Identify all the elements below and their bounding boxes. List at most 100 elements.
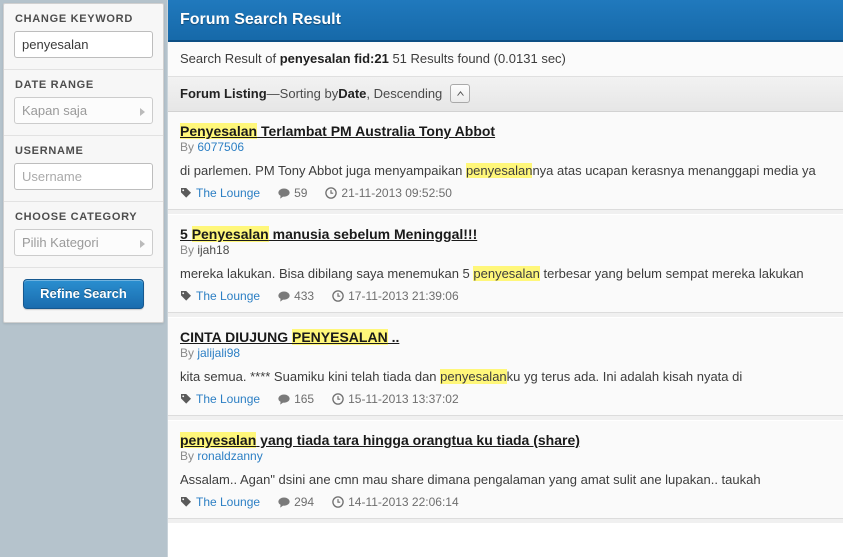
- text-fragment: 5: [180, 226, 192, 242]
- comment-icon: [278, 291, 294, 302]
- highlighted-term: penyesalan: [440, 369, 507, 384]
- result-title: 5 Penyesalan manusia sebelum Meninggal!!…: [180, 226, 831, 242]
- category-select[interactable]: Pilih Kategori: [14, 229, 153, 256]
- forum-listing-label: Forum Listing: [180, 86, 267, 101]
- result-meta: The Lounge 433 17-11-2013 21:39:06: [180, 289, 831, 303]
- comment-icon: [278, 497, 294, 508]
- tag-icon: [180, 496, 196, 508]
- result-title: CINTA DIUJUNG PENYESALAN ..: [180, 329, 831, 345]
- result-author-row: By 6077506: [180, 140, 831, 154]
- result-date-value: 14-11-2013 22:06:14: [348, 495, 459, 509]
- chevron-up-icon[interactable]: [450, 84, 471, 103]
- text-fragment: Terlambat PM Australia Tony Abbot: [257, 123, 496, 139]
- by-label: By: [180, 243, 198, 257]
- result-author-row: By ronaldzanny: [180, 449, 831, 463]
- result-replies-count: 165: [294, 392, 315, 406]
- result-title-link[interactable]: penyesalan yang tiada tara hingga orangt…: [180, 432, 580, 448]
- main-content: Forum Search Result Search Result of pen…: [167, 0, 843, 557]
- result-title: penyesalan yang tiada tara hingga orangt…: [180, 432, 831, 448]
- result-author-link[interactable]: ronaldzanny: [197, 449, 262, 463]
- filter-label-date-range: DATE RANGE: [15, 79, 94, 91]
- text-fragment: manusia sebelum Meninggal!!!: [268, 226, 478, 242]
- result-item: Penyesalan Terlambat PM Australia Tony A…: [168, 112, 843, 210]
- filter-label-change-keyword: CHANGE KEYWORD: [15, 13, 133, 25]
- highlighted-term: Penyesalan: [191, 226, 269, 242]
- text-fragment: ..: [387, 329, 400, 345]
- text-fragment: CINTA DIUJUNG: [180, 329, 292, 345]
- refine-search-button[interactable]: Refine Search: [23, 279, 144, 309]
- highlighted-term: penyesalan: [180, 432, 257, 448]
- result-forum[interactable]: The Lounge: [180, 186, 260, 200]
- text-fragment: yang tiada tara hingga orangtua ku tiada…: [256, 432, 580, 448]
- result-item: penyesalan yang tiada tara hingga orangt…: [168, 421, 843, 519]
- page-header: Forum Search Result: [168, 0, 843, 42]
- result-author-link[interactable]: 6077506: [197, 140, 244, 154]
- sort-bar: Forum Listing — Sorting by Date, Descend…: [168, 77, 843, 112]
- result-meta: The Lounge 294 14-11-2013 22:06:14: [180, 495, 831, 509]
- tag-icon: [180, 187, 196, 199]
- sorting-prefix: Sorting by: [279, 86, 339, 101]
- result-item: CINTA DIUJUNG PENYESALAN .. By jalijali98…: [168, 318, 843, 416]
- text-fragment: ku yg terus ada. Ini adalah kisah nyata …: [506, 369, 743, 384]
- category-value: Pilih Kategori: [22, 235, 99, 250]
- result-forum[interactable]: The Lounge: [180, 392, 260, 406]
- by-label: By: [180, 346, 198, 360]
- search-results-page: CHANGE KEYWORD DATE RANGE Kapan saja USE…: [0, 0, 843, 557]
- highlighted-term: Penyesalan: [180, 123, 258, 139]
- result-title-link[interactable]: 5 Penyesalan manusia sebelum Meninggal!!…: [180, 226, 477, 242]
- date-range-select[interactable]: Kapan saja: [14, 97, 153, 124]
- result-forum-label: The Lounge: [196, 495, 261, 509]
- clock-icon: [332, 496, 348, 508]
- filter-panel: CHANGE KEYWORD DATE RANGE Kapan saja USE…: [3, 3, 164, 323]
- result-author-link[interactable]: ijah18: [197, 243, 229, 257]
- result-snippet: Assalam.. Agan" dsini ane cmn mau share …: [180, 472, 831, 487]
- result-snippet: kita semua. **** Suamiku kini telah tiad…: [180, 369, 831, 384]
- result-date-value: 15-11-2013 13:37:02: [348, 392, 459, 406]
- by-label: By: [180, 140, 198, 154]
- result-title-link[interactable]: CINTA DIUJUNG PENYESALAN ..: [180, 329, 399, 345]
- result-replies-count: 294: [294, 495, 315, 509]
- username-input[interactable]: [14, 163, 153, 190]
- result-forum-label: The Lounge: [196, 289, 261, 303]
- result-title-link[interactable]: Penyesalan Terlambat PM Australia Tony A…: [180, 123, 495, 139]
- filter-label-username: USERNAME: [15, 145, 84, 157]
- sort-direction: , Descending: [366, 86, 443, 101]
- result-date-value: 17-11-2013 21:39:06: [348, 289, 459, 303]
- result-date-value: 21-11-2013 09:52:50: [341, 186, 452, 200]
- comment-icon: [278, 188, 294, 199]
- result-replies: 433: [278, 289, 314, 303]
- results-list: Penyesalan Terlambat PM Australia Tony A…: [168, 112, 843, 519]
- result-date: 17-11-2013 21:39:06: [332, 289, 459, 303]
- result-forum-label: The Lounge: [196, 186, 261, 200]
- result-author-row: By jalijali98: [180, 346, 831, 360]
- highlighted-term: PENYESALAN: [292, 329, 388, 345]
- sort-dash: —: [266, 86, 280, 101]
- filter-sidebar: CHANGE KEYWORD DATE RANGE Kapan saja USE…: [0, 0, 167, 323]
- text-fragment: mereka lakukan. Bisa dibilang saya menem…: [180, 266, 474, 281]
- result-replies: 59: [278, 186, 307, 200]
- clock-icon: [325, 187, 341, 199]
- filter-change-keyword: CHANGE KEYWORD: [4, 4, 163, 70]
- filter-choose-category: CHOOSE CATEGORY Pilih Kategori: [4, 202, 163, 268]
- sort-field[interactable]: Date: [338, 86, 366, 101]
- result-title: Penyesalan Terlambat PM Australia Tony A…: [180, 123, 831, 139]
- highlighted-term: penyesalan: [473, 266, 540, 281]
- result-replies: 165: [278, 392, 314, 406]
- result-meta: The Lounge 59 21-11-2013 09:52:50: [180, 186, 831, 200]
- keyword-input[interactable]: [14, 31, 153, 58]
- summary-suffix: 51 Results found (0.0131 sec): [388, 51, 566, 66]
- chevron-right-icon: [140, 239, 145, 248]
- refine-button-row: Refine Search: [4, 268, 163, 322]
- result-forum[interactable]: The Lounge: [180, 289, 260, 303]
- result-forum[interactable]: The Lounge: [180, 495, 260, 509]
- result-date: 15-11-2013 13:37:02: [332, 392, 459, 406]
- result-forum-label: The Lounge: [196, 392, 261, 406]
- filter-date-range: DATE RANGE Kapan saja: [4, 70, 163, 136]
- comment-icon: [278, 394, 294, 405]
- result-author-link[interactable]: jalijali98: [197, 346, 240, 360]
- text-fragment: kita semua. **** Suamiku kini telah tiad…: [180, 369, 441, 384]
- filter-label-choose-category: CHOOSE CATEGORY: [15, 211, 138, 223]
- date-range-value: Kapan saja: [22, 103, 88, 118]
- tag-icon: [180, 290, 196, 302]
- page-title: Forum Search Result: [180, 11, 341, 28]
